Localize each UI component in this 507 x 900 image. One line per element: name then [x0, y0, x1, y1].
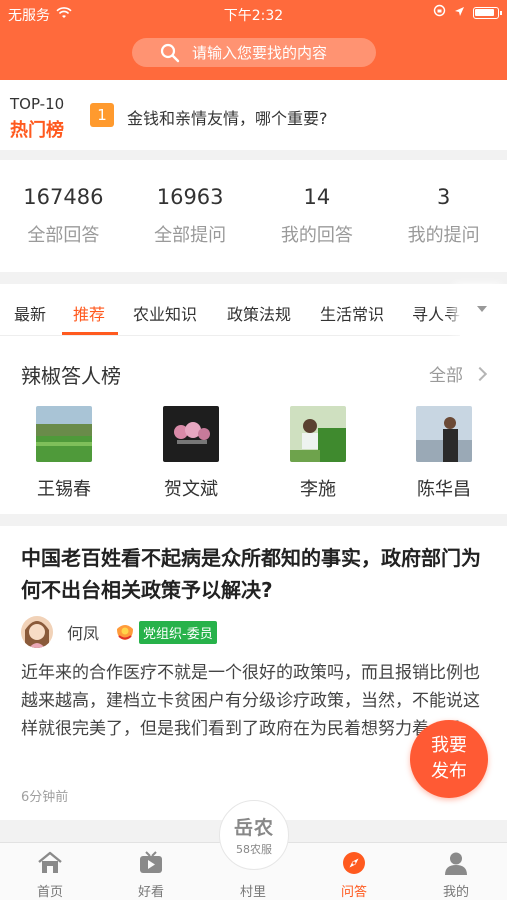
author-row: 何凤 党组织-委员: [21, 616, 217, 648]
avatar: [163, 406, 219, 462]
hot-top-label: TOP-10: [10, 95, 65, 113]
answer-excerpt[interactable]: 近年来的合作医疗不就是一个很好的政策吗，而且报销比例也越来越高，建档立卡贫困户有…: [21, 659, 486, 743]
person-name: 陈华昌: [417, 479, 471, 500]
stat-my-answers[interactable]: 14 我的回答: [254, 160, 381, 272]
person-name: 贺文斌: [164, 479, 218, 500]
user-icon: [406, 851, 506, 877]
avatar: [290, 406, 346, 462]
avatar: [416, 406, 472, 462]
compass-icon: [304, 851, 404, 877]
avatar: [36, 406, 92, 462]
tabbar-me[interactable]: 我的: [406, 843, 506, 900]
chevron-right-icon: [472, 366, 488, 381]
hot-list-banner[interactable]: TOP-10 热门榜 1 金钱和亲情友情，哪个重要?: [0, 80, 507, 150]
rotation-lock-icon: [433, 4, 446, 21]
stat-my-questions[interactable]: 3 我的提问: [380, 160, 507, 272]
tabs-more-button[interactable]: [460, 284, 507, 336]
search-bar[interactable]: [132, 38, 376, 67]
stats-panel: 167486 全部回答 16963 全部提问 14 我的回答 3 我的提问: [0, 160, 507, 272]
tabbar-label: 首页: [36, 885, 63, 900]
ranking-person[interactable]: 贺文斌: [141, 406, 241, 501]
role-badge: 党组织-委员: [139, 620, 217, 644]
tabbar-label: 好看: [137, 885, 164, 900]
stat-label: 全部回答: [27, 225, 100, 246]
stat-label: 我的提问: [407, 225, 480, 246]
stat-value: 167486: [23, 185, 104, 209]
status-right: [433, 4, 502, 21]
tabbar-qa[interactable]: 问答: [304, 843, 404, 900]
search-icon: [160, 43, 180, 63]
stat-all-questions[interactable]: 16963 全部提问: [127, 160, 254, 272]
stat-value: 3: [436, 185, 451, 209]
post-timestamp: 6分钟前: [21, 790, 69, 805]
tv-icon: [101, 851, 201, 877]
stat-label: 全部提问: [154, 225, 227, 246]
author-name[interactable]: 何凤: [67, 620, 99, 644]
tabbar-label: 村里: [239, 885, 266, 900]
active-tab-indicator: [62, 332, 118, 335]
ranking-person[interactable]: 王锡春: [14, 406, 114, 501]
hot-title: 热门榜: [10, 120, 64, 141]
ranking-person[interactable]: 陈华昌: [394, 406, 494, 501]
tabbar-home[interactable]: 首页: [0, 843, 100, 900]
stat-label: 我的回答: [280, 225, 353, 246]
author-avatar[interactable]: [21, 616, 53, 648]
hot-rank-badge: 1: [90, 103, 114, 127]
category-tabs: 最新 推荐 农业知识 政策法规 生活常识 寻人寻: [0, 284, 507, 336]
home-icon: [0, 851, 100, 877]
publish-button[interactable]: 我要 发布: [410, 720, 488, 798]
caret-down-icon: [477, 306, 487, 312]
person-name: 王锡春: [37, 479, 91, 500]
ranking-all-label: 全部: [429, 366, 463, 386]
stat-value: 16963: [156, 185, 224, 209]
tab-agriculture[interactable]: 农业知识: [133, 301, 197, 325]
publish-label-line1: 我要: [431, 735, 467, 756]
status-bar: 无服务 下午2:32: [0, 0, 507, 28]
answerer-ranking: 辣椒答人榜 全部 王锡春 贺文斌 李施 陈华昌: [0, 336, 507, 514]
tabbar-label: 我的: [442, 885, 469, 900]
village-center-button[interactable]: 岳农 58农服: [219, 800, 289, 870]
publish-label-line2: 发布: [431, 761, 467, 782]
search-input[interactable]: [192, 43, 362, 62]
location-icon: [454, 5, 465, 21]
tabbar-label: 问答: [340, 885, 367, 900]
stat-all-answers[interactable]: 167486 全部回答: [0, 160, 127, 272]
tab-policy[interactable]: 政策法规: [227, 301, 291, 325]
party-emblem-icon: [115, 623, 135, 641]
tabbar-watch[interactable]: 好看: [101, 843, 201, 900]
stat-value: 14: [303, 185, 331, 209]
status-time: 下午2:32: [223, 8, 284, 24]
ranking-person[interactable]: 李施: [268, 406, 368, 501]
battery-icon: [473, 6, 502, 19]
top-header: 无服务 下午2:32: [0, 0, 507, 80]
tab-missing-persons[interactable]: 寻人寻: [412, 301, 460, 323]
tab-life-tips[interactable]: 生活常识: [320, 301, 384, 325]
village-logo-sub: 58农服: [236, 843, 272, 856]
ranking-title: 辣椒答人榜: [21, 364, 121, 388]
ranking-all-link[interactable]: 全部: [429, 361, 488, 386]
person-name: 李施: [300, 479, 336, 500]
hot-question-link[interactable]: 金钱和亲情友情，哪个重要?: [127, 105, 328, 129]
question-title[interactable]: 中国老百姓看不起病是众所都知的事实，政府部门为何不出台相关政策予以解决?: [21, 542, 486, 606]
tab-recommended[interactable]: 推荐: [73, 301, 105, 325]
village-logo: 岳农: [233, 817, 274, 839]
tab-latest[interactable]: 最新: [14, 301, 46, 325]
